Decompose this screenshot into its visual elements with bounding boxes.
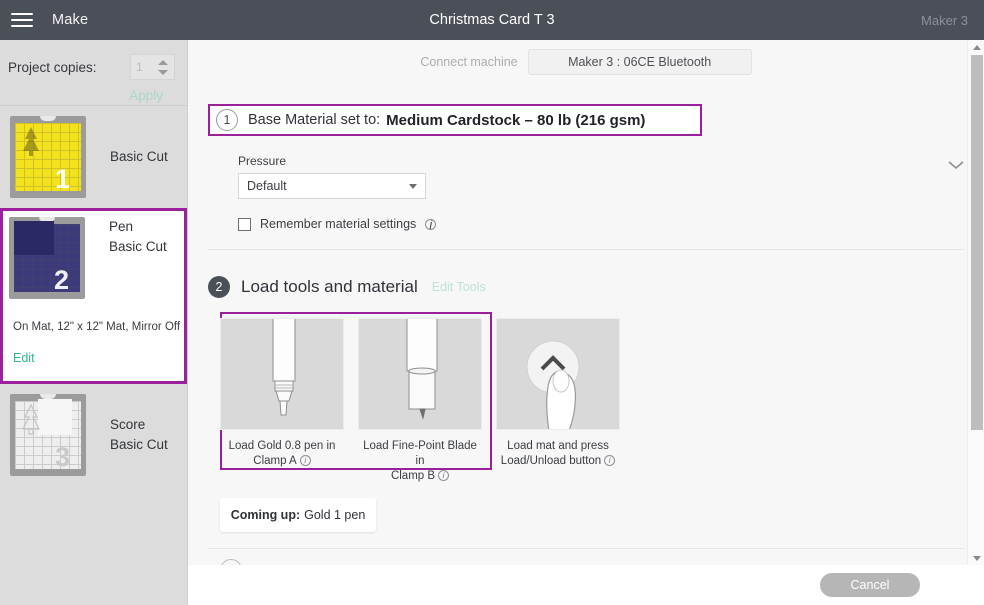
main-scrollbar[interactable] <box>967 40 984 565</box>
connect-machine-label: Connect machine <box>420 55 518 69</box>
tool-card-pen[interactable]: Load Gold 0.8 pen in Clamp Ai <box>220 318 344 469</box>
tool-card-load-mat[interactable]: Load mat and press Load/Unload button i <box>496 318 620 469</box>
remember-material-settings-checkbox[interactable] <box>238 217 251 231</box>
project-copies-stepper[interactable]: 1 <box>130 54 175 80</box>
tool-cards: Load Gold 0.8 pen in Clamp Ai Load Fine-… <box>220 312 984 484</box>
mat-number-2: 2 <box>53 265 69 295</box>
tool-card-blade-caption: Load Fine-Point Blade in Clamp Bi <box>358 439 482 484</box>
apply-copies-button[interactable]: Apply <box>8 88 175 103</box>
sidebar-mat-item-2[interactable]: 2 Pen Basic Cut On Mat, 12" x 12" Mat, M… <box>0 208 187 384</box>
make-label: Make <box>52 12 89 28</box>
project-copies-label: Project copies: <box>8 60 97 75</box>
mat-thumbnail-3: 3 <box>10 394 86 476</box>
stepper-down-icon[interactable] <box>158 69 168 75</box>
mat-label-2-0: Pen <box>109 219 134 234</box>
make-screen: Make Christmas Card T 3 Maker 3 Project … <box>0 0 984 605</box>
mat-number-1: 1 <box>54 164 70 194</box>
stepper-up-icon[interactable] <box>158 59 168 65</box>
tool-caption-line-2: Load/Unload button <box>500 455 602 467</box>
section-divider <box>208 249 964 250</box>
connect-machine-row: Connect machine Maker 3 : 06CE Bluetooth <box>188 40 984 84</box>
chevron-down-icon <box>409 183 417 189</box>
scroll-up-arrow-icon[interactable] <box>968 40 984 54</box>
info-icon[interactable]: i <box>438 470 450 481</box>
tree-outline-icon <box>22 403 40 435</box>
press-button-icon <box>496 318 620 430</box>
pressure-label: Pressure <box>238 154 287 168</box>
footer-bar: Cancel <box>188 565 984 605</box>
hamburger-menu-icon[interactable] <box>0 0 44 40</box>
project-copies-row: Project copies: 1 Apply <box>0 40 187 106</box>
tool-caption-line-2: Clamp A <box>253 455 297 467</box>
step-2-badge: 2 <box>208 276 230 298</box>
machine-select-button[interactable]: Maker 3 : 06CE Bluetooth <box>527 49 752 75</box>
mat-labels-3: Score Basic Cut <box>110 415 168 455</box>
mat-sidebar[interactable]: Project copies: 1 Apply 1 Basic Cut 2 Pe… <box>0 40 188 605</box>
mat-thumbnail-2: 2 <box>9 217 85 299</box>
mat-artwork-2 <box>14 221 54 255</box>
tool-caption-line-2: Clamp B <box>390 470 436 482</box>
pressure-value: Default <box>247 179 287 193</box>
step-1-base-material-row[interactable]: 1 Base Material set to: Medium Cardstock… <box>208 104 702 136</box>
stepper-arrows[interactable] <box>155 59 171 75</box>
main-panel: Connect machine Maker 3 : 06CE Bluetooth… <box>188 40 984 565</box>
mat-label-3-1: Basic Cut <box>110 437 168 452</box>
scroll-down-arrow-icon[interactable] <box>968 551 984 565</box>
info-icon[interactable]: i <box>425 218 437 231</box>
sidebar-mat-item-3[interactable]: 3 Score Basic Cut <box>0 384 187 486</box>
tree-artwork-icon <box>23 127 39 156</box>
mat-number-3: 3 <box>54 442 70 472</box>
section-divider-bottom <box>208 548 964 549</box>
step-1-badge: 1 <box>216 109 238 131</box>
step-2-load-tools-row: 2 Load tools and material Edit Tools <box>208 270 962 304</box>
mat-edit-link[interactable]: Edit <box>9 350 35 365</box>
remember-material-settings-checkbox-row[interactable]: Remember material settings i <box>238 217 984 231</box>
mat-labels-1: Basic Cut <box>110 147 168 167</box>
tool-card-blade[interactable]: Load Fine-Point Blade in Clamp Bi <box>358 318 482 484</box>
project-copies-value: 1 <box>136 60 143 74</box>
pen-tip-icon <box>220 318 344 430</box>
tool-card-load-mat-caption: Load mat and press Load/Unload button i <box>496 439 620 469</box>
step-1-collapse-chevron-down-icon[interactable] <box>946 158 966 176</box>
remember-material-settings-label: Remember material settings <box>260 217 417 231</box>
info-icon[interactable]: i <box>604 455 616 466</box>
sidebar-mat-item-1[interactable]: 1 Basic Cut <box>0 106 187 208</box>
info-icon[interactable]: i <box>299 455 311 466</box>
step-2-title: Load tools and material <box>241 277 418 296</box>
top-bar: Make Christmas Card T 3 Maker 3 <box>0 0 984 40</box>
pressure-select[interactable]: Default <box>238 173 426 199</box>
mat-settings-summary: On Mat, 12" x 12" Mat, Mirror Off <box>13 321 181 334</box>
mat-labels-2: Pen Basic Cut <box>109 217 167 257</box>
scrollbar-thumb[interactable] <box>971 55 983 430</box>
coming-up-label: Coming up: <box>230 508 301 522</box>
mat-label-2-1: Basic Cut <box>109 239 167 254</box>
edit-tools-button[interactable]: Edit Tools <box>432 280 486 294</box>
coming-up-value: Gold 1 pen <box>304 508 366 522</box>
page-title: Christmas Card T 3 <box>429 12 555 28</box>
tool-caption-line-1: Load Fine-Point Blade in <box>363 440 477 467</box>
machine-name-label: Maker 3 <box>921 12 968 28</box>
coming-up-button[interactable]: Coming up: Gold 1 pen <box>220 498 376 532</box>
mat-label-3-0: Score <box>110 417 146 432</box>
base-material-value: Medium Cardstock – 80 lb (216 gsm) <box>386 111 646 129</box>
mat-label-1-0: Basic Cut <box>110 149 168 164</box>
tool-caption-line-1: Load mat and press <box>507 440 609 452</box>
cancel-button[interactable]: Cancel <box>820 573 920 597</box>
tool-card-pen-caption: Load Gold 0.8 pen in Clamp Ai <box>220 439 344 469</box>
base-material-label: Base Material set to: <box>248 112 381 128</box>
mat-thumbnail-1: 1 <box>10 116 86 198</box>
blade-tip-icon <box>358 318 482 430</box>
tool-caption-line-1: Load Gold 0.8 pen in <box>228 440 336 452</box>
material-settings: Pressure Default Remember material setti… <box>238 154 984 231</box>
